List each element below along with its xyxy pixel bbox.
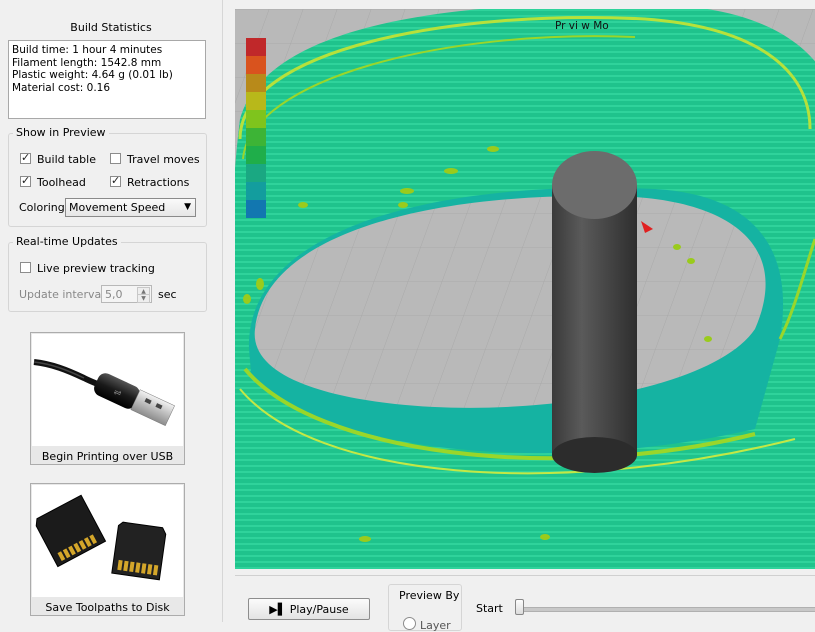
play-pause-icon: ▶▌ [269,603,287,616]
legend-swatch [246,182,266,200]
speed-color-legend [246,38,266,218]
usb-cable-icon: ⇌ [32,334,183,446]
play-pause-label: Play/Pause [289,603,349,616]
update-interval-label: Update interval [19,288,105,301]
sd-card-icon [32,485,183,597]
legend-swatch [246,200,266,218]
left-panel: Build Statistics Build time: 1 hour 4 mi… [0,0,223,622]
begin-printing-usb-button[interactable]: ⇌ Begin Printing over USB [30,332,185,465]
toolhead-label: Toolhead [37,176,86,189]
legend-swatch [246,92,266,110]
stat-build-time: Build time: 1 hour 4 minutes [12,44,163,56]
update-interval-spinbox[interactable]: 5,0 ▲ ▼ [101,285,152,303]
legend-swatch [246,164,266,182]
update-interval-unit: sec [158,288,177,301]
live-preview-label: Live preview tracking [37,262,155,275]
travel-moves-label: Travel moves [127,153,200,166]
build-statistics-box: Build time: 1 hour 4 minutes Filament le… [8,40,206,119]
chevron-down-icon: ▼ [184,202,191,212]
realtime-updates-title: Real-time Updates [13,235,121,248]
stat-filament-length: Filament length: 1542.8 mm [12,56,162,69]
preview-by-group: Preview By Layer [388,584,462,632]
update-interval-value: 5,0 [105,288,123,301]
stat-material-cost: Material cost: 0.16 [12,82,111,95]
build-table-checkbox[interactable] [20,151,31,164]
play-pause-button[interactable]: ▶▌ Play/Pause [248,598,370,620]
preview-mode-title: Pr vi w Mo [555,20,609,32]
preview-by-layer-radio[interactable] [403,617,416,630]
preview-by-title: Preview By [399,589,460,602]
toolhead-checkbox[interactable] [20,174,31,187]
legend-swatch [246,56,266,74]
retractions-label: Retractions [127,176,190,189]
build-statistics-title: Build Statistics [70,21,152,34]
coloring-select[interactable]: Movement Speed ▼ [65,198,196,217]
stat-plastic-weight: Plastic weight: 4.64 g (0.01 lb) [12,69,173,82]
playback-bar: ▶▌ Play/Pause Preview By Layer Start [235,575,815,632]
spin-down-icon[interactable]: ▼ [137,294,150,303]
build-table-label: Build table [37,153,96,166]
legend-swatch [246,128,266,146]
save-toolpaths-label: Save Toolpaths to Disk [45,601,170,614]
begin-printing-usb-label: Begin Printing over USB [41,450,174,463]
travel-moves-checkbox[interactable] [110,153,121,164]
toolpath-preview-viewport[interactable]: Pr vi w Mo [235,9,815,569]
retractions-checkbox[interactable] [110,174,121,187]
save-toolpaths-button[interactable]: Save Toolpaths to Disk [30,483,185,616]
coloring-select-value: Movement Speed [69,201,166,214]
start-slider-thumb[interactable] [515,599,524,615]
live-preview-checkbox[interactable] [20,262,31,273]
start-label: Start [476,602,503,615]
legend-swatch [246,110,266,128]
legend-swatch [246,146,266,164]
legend-swatch [246,38,266,56]
start-slider-track[interactable] [518,607,815,612]
coloring-label: Coloring [19,201,65,214]
show-in-preview-title: Show in Preview [13,126,109,139]
legend-swatch [246,74,266,92]
preview-by-layer-label: Layer [420,619,451,632]
